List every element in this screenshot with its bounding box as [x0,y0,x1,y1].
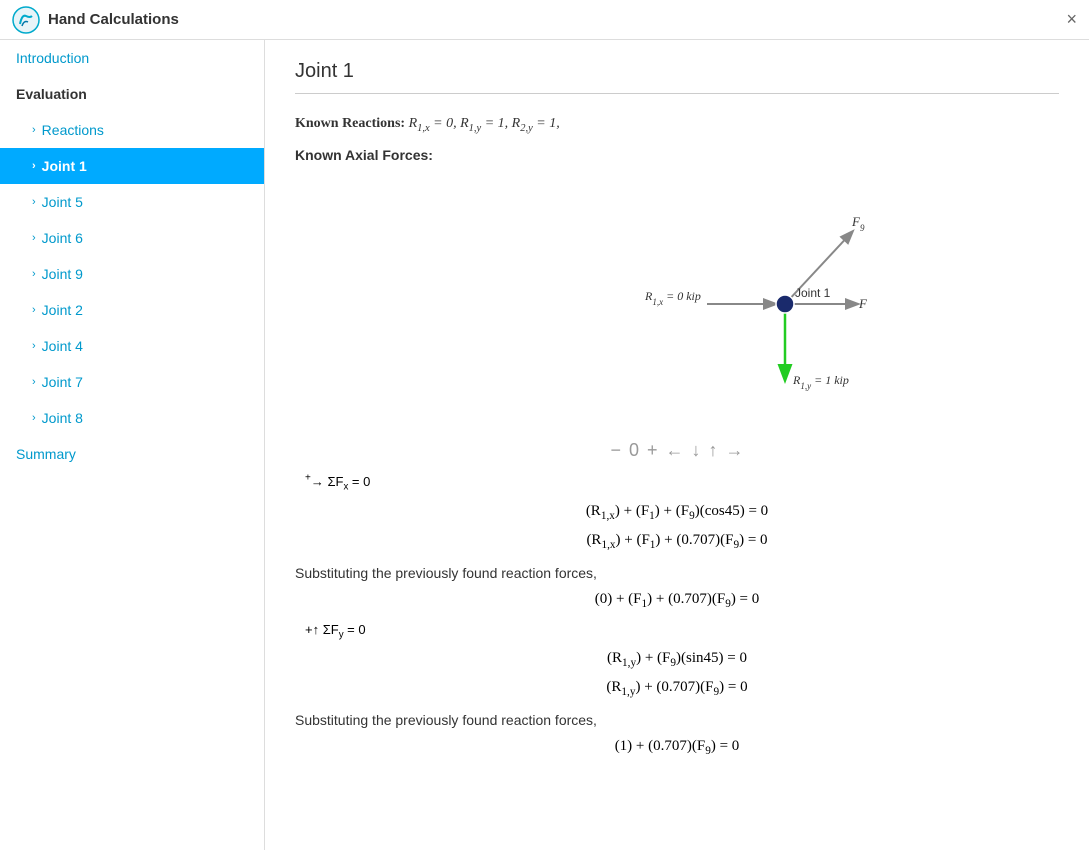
title-bar: Hand Calculations × [0,0,1089,40]
eq-fy-3: (1) + (0.707)(F9) = 0 [295,738,1059,757]
svg-text:Joint 1: Joint 1 [795,286,831,300]
sidebar-item-joint9[interactable]: › Joint 9 [0,256,264,292]
sidebar-item-summary-label: Summary [16,446,76,462]
known-reactions-line: Known Reactions: R1,x = 0, R1,y = 1, R2,… [295,110,1059,139]
ctrl-zero[interactable]: 0 [629,440,639,461]
sidebar: Introduction Evaluation › Reactions › Jo… [0,40,265,850]
sidebar-item-joint8[interactable]: › Joint 8 [0,400,264,436]
main-layout: Introduction Evaluation › Reactions › Jo… [0,40,1089,850]
ctrl-plus[interactable]: + [647,440,658,461]
sidebar-item-joint4[interactable]: › Joint 4 [0,328,264,364]
sidebar-item-reactions-label: Reactions [42,122,104,138]
eq-fx-1: (R1,x) + (F1) + (F9)(cos45) = 0 [295,503,1059,522]
sidebar-item-joint2-label: Joint 2 [42,302,83,318]
sidebar-item-joint5-label: Joint 5 [42,194,83,210]
sidebar-item-joint6[interactable]: › Joint 6 [0,220,264,256]
sidebar-item-joint5[interactable]: › Joint 5 [0,184,264,220]
svg-text:R1,y = 1 kip: R1,y = 1 kip [792,373,849,391]
sidebar-item-reactions[interactable]: › Reactions [0,112,264,148]
eq-fx-2: (R1,x) + (F1) + (0.707)(F9) = 0 [295,532,1059,551]
joint2-chevron: › [32,304,36,316]
sidebar-item-evaluation: Evaluation [0,76,264,112]
known-reactions-label: Known Reactions: R1,x = 0, R1,y = 1, R2,… [295,116,560,131]
joint-diagram: R1,x = 0 kip F F9 R1,y = 1 kip Joint 1 [397,184,957,414]
known-axial-line: Known Axial Forces: [295,143,1059,168]
sidebar-item-introduction[interactable]: Introduction [0,40,264,76]
sidebar-item-summary[interactable]: Summary [0,436,264,472]
joint9-chevron: › [32,268,36,280]
sidebar-item-joint7-label: Joint 7 [42,374,83,390]
ctrl-left[interactable]: ← [666,440,684,461]
sidebar-item-joint1-label: Joint 1 [42,158,87,174]
sidebar-item-joint8-label: Joint 8 [42,410,83,426]
sidebar-item-joint6-label: Joint 6 [42,230,83,246]
eq-fy-2: (R1,y) + (0.707)(F9) = 0 [295,679,1059,698]
joint5-chevron: › [32,196,36,208]
sidebar-item-joint9-label: Joint 9 [42,266,83,282]
title-bar-left: Hand Calculations [12,6,179,34]
sidebar-item-joint7[interactable]: › Joint 7 [0,364,264,400]
sidebar-item-joint4-label: Joint 4 [42,338,83,354]
joint4-chevron: › [32,340,36,352]
svg-text:F9: F9 [851,214,865,233]
svg-text:R1,x = 0 kip: R1,x = 0 kip [644,289,701,307]
close-button[interactable]: × [1066,9,1077,30]
content-area: Joint 1 Known Reactions: R1,x = 0, R1,y … [265,40,1089,850]
diagram-container: R1,x = 0 kip F F9 R1,y = 1 kip Joint 1 [397,184,957,424]
fy-header: +↑ ΣFy = 0 [295,622,1059,641]
app-title: Hand Calculations [48,11,179,28]
sidebar-item-joint1[interactable]: › Joint 1 [0,148,264,184]
eq-fx-3: (0) + (F1) + (0.707)(F9) = 0 [295,591,1059,610]
diagram-controls: − 0 + ← ↓ ↑ → [295,440,1059,461]
page-title: Joint 1 [295,60,1059,94]
joint7-chevron: › [32,376,36,388]
eq-fy-1: (R1,y) + (F9)(sin45) = 0 [295,650,1059,669]
substituting-text-1: Substituting the previously found reacti… [295,565,1059,581]
ctrl-minus[interactable]: − [610,440,621,461]
ctrl-right[interactable]: → [726,440,744,461]
joint6-chevron: › [32,232,36,244]
skyciv-logo [12,6,40,34]
ctrl-down[interactable]: ↓ [692,440,701,461]
substituting-text-2: Substituting the previously found reacti… [295,712,1059,728]
joint1-chevron: › [32,160,36,172]
reactions-chevron: › [32,124,36,136]
sidebar-item-evaluation-label: Evaluation [16,86,87,102]
fx-header: +→ ΣFx = 0 [295,473,1059,493]
sidebar-item-joint2[interactable]: › Joint 2 [0,292,264,328]
sidebar-item-introduction-label: Introduction [16,50,89,66]
ctrl-up[interactable]: ↑ [709,440,718,461]
joint8-chevron: › [32,412,36,424]
svg-text:F: F [858,296,868,311]
